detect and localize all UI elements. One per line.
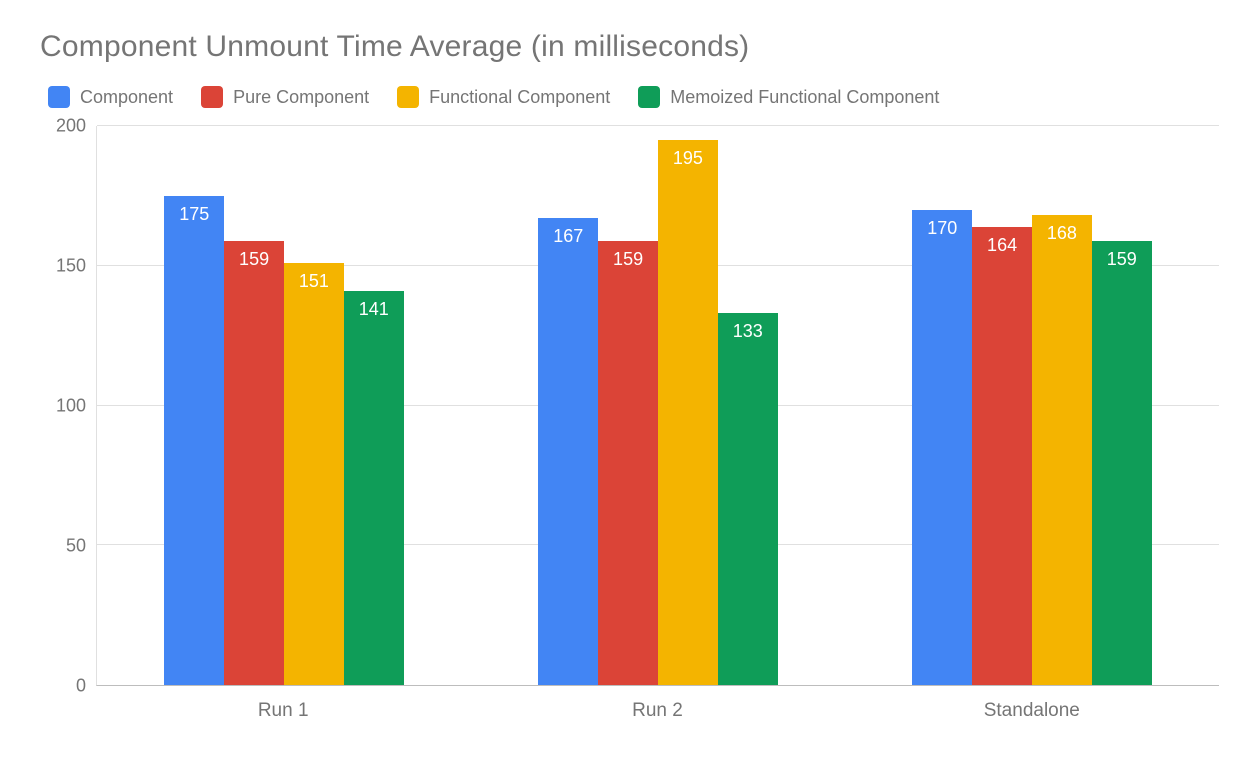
y-tick-label: 50 bbox=[66, 536, 86, 557]
legend-swatch-icon bbox=[201, 86, 223, 108]
bar-group: 175 159 151 141 bbox=[97, 126, 471, 685]
bar-value-label: 164 bbox=[987, 235, 1017, 256]
legend-label: Memoized Functional Component bbox=[670, 87, 939, 108]
bar: 151 bbox=[284, 263, 344, 685]
y-tick-label: 0 bbox=[76, 676, 86, 697]
bar-group: 170 164 168 159 bbox=[845, 126, 1219, 685]
bar: 195 bbox=[658, 140, 718, 685]
y-tick-label: 200 bbox=[56, 116, 86, 137]
bar: 167 bbox=[538, 218, 598, 685]
legend: Component Pure Component Functional Comp… bbox=[48, 86, 1219, 108]
bar-value-label: 133 bbox=[733, 321, 763, 342]
chart-title: Component Unmount Time Average (in milli… bbox=[40, 30, 1219, 64]
bar-value-label: 167 bbox=[553, 226, 583, 247]
y-axis: 200 150 100 50 0 bbox=[40, 126, 96, 686]
bar-groups: 175 159 151 141 167 159 195 133 170 164 … bbox=[97, 126, 1219, 685]
bar-value-label: 195 bbox=[673, 148, 703, 169]
legend-item: Component bbox=[48, 86, 173, 108]
bar: 133 bbox=[718, 313, 778, 685]
plot: 175 159 151 141 167 159 195 133 170 164 … bbox=[96, 126, 1219, 686]
legend-item: Pure Component bbox=[201, 86, 369, 108]
y-tick-label: 100 bbox=[56, 396, 86, 417]
x-tick-label: Run 2 bbox=[470, 686, 844, 722]
legend-swatch-icon bbox=[638, 86, 660, 108]
bar-value-label: 170 bbox=[927, 218, 957, 239]
bar-group: 167 159 195 133 bbox=[471, 126, 845, 685]
legend-label: Component bbox=[80, 87, 173, 108]
legend-label: Pure Component bbox=[233, 87, 369, 108]
legend-item: Functional Component bbox=[397, 86, 610, 108]
bar: 170 bbox=[912, 210, 972, 685]
bar-value-label: 159 bbox=[613, 249, 643, 270]
bar-value-label: 159 bbox=[239, 249, 269, 270]
y-tick-label: 150 bbox=[56, 256, 86, 277]
x-tick-label: Standalone bbox=[845, 686, 1219, 722]
bar: 164 bbox=[972, 227, 1032, 685]
bar: 159 bbox=[224, 241, 284, 685]
bar-value-label: 175 bbox=[179, 204, 209, 225]
legend-item: Memoized Functional Component bbox=[638, 86, 939, 108]
bar: 159 bbox=[1092, 241, 1152, 685]
bar: 175 bbox=[164, 196, 224, 685]
legend-label: Functional Component bbox=[429, 87, 610, 108]
chart-plot-area: 200 150 100 50 0 175 159 151 141 167 159… bbox=[40, 126, 1219, 686]
bar-value-label: 151 bbox=[299, 271, 329, 292]
bar-value-label: 141 bbox=[359, 299, 389, 320]
bar: 159 bbox=[598, 241, 658, 685]
bar-value-label: 159 bbox=[1107, 249, 1137, 270]
legend-swatch-icon bbox=[397, 86, 419, 108]
bar: 141 bbox=[344, 291, 404, 685]
x-axis: Run 1 Run 2 Standalone bbox=[96, 686, 1219, 722]
x-tick-label: Run 1 bbox=[96, 686, 470, 722]
legend-swatch-icon bbox=[48, 86, 70, 108]
bar: 168 bbox=[1032, 215, 1092, 685]
bar-value-label: 168 bbox=[1047, 223, 1077, 244]
